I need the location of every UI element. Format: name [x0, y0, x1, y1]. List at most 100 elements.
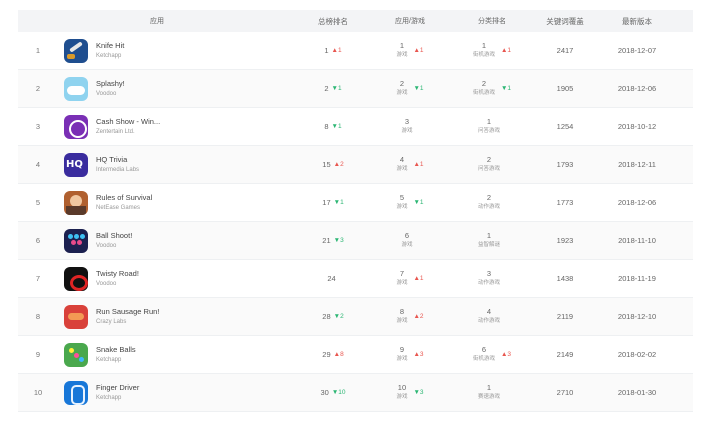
table-row[interactable]: 10 Finger Driver Ketchapp 30 ▼10 10 游戏 ▼… [18, 374, 693, 412]
header-category-rank[interactable]: 分类排名 [450, 16, 534, 26]
total-rank-cell: 30 ▼10 [296, 388, 370, 397]
app-name[interactable]: Knife Hit [96, 40, 124, 51]
hq-trivia-icon[interactable] [64, 152, 88, 177]
category-name[interactable]: 街机游戏 [473, 51, 495, 60]
category-rank-cell: 1 赛速游戏 [450, 383, 534, 402]
app-game-rank-label: 游戏 [396, 90, 408, 96]
header-app-game[interactable]: 应用/游戏 [370, 16, 450, 26]
total-rank-cell: 29 ▲8 [296, 350, 370, 359]
app-cell[interactable]: HQ Trivia Intermedia Labs [58, 152, 296, 177]
app-name[interactable]: HQ Trivia [96, 154, 139, 165]
total-rank-cell: 15 ▲2 [296, 160, 370, 169]
app-name[interactable]: Cash Show - Win... [96, 116, 160, 127]
app-cell[interactable]: Cash Show - Win... Zentertain Ltd. [58, 114, 296, 139]
category-rank-cell: 2 街机游戏 ▼1 [450, 79, 534, 98]
developer-name: Intermedia Labs [96, 167, 140, 173]
keyword-coverage: 2149 [556, 350, 574, 359]
latest-version-date: 2018-11-10 [618, 236, 656, 245]
rank-number: 6 [35, 236, 41, 245]
app-cell[interactable]: Snake Balls Ketchapp [58, 342, 296, 367]
ball-shoot-icon[interactable] [64, 228, 88, 253]
splashy-icon[interactable] [64, 76, 88, 101]
category-rank-cell: 2 问答游戏 [450, 155, 534, 174]
total-rank-trend: ▼1 [331, 85, 342, 92]
header-keywords[interactable]: 关键词覆盖 [534, 16, 596, 27]
developer-name: Ketchapp [96, 357, 122, 363]
app-cell[interactable]: Run Sausage Run! Crazy Labs [58, 304, 296, 329]
header-app[interactable]: 应用 [18, 16, 296, 26]
app-cell[interactable]: Splashy! Voodoo [58, 76, 296, 101]
rank-number: 4 [35, 160, 41, 169]
header-latest-version[interactable]: 最新版本 [596, 16, 678, 27]
total-rank-trend: ▲1 [331, 47, 342, 54]
app-name[interactable]: Splashy! [96, 78, 125, 89]
category-name[interactable]: 动作游戏 [478, 317, 500, 326]
table-row[interactable]: 6 Ball Shoot! Voodoo 21 ▼3 6 游戏 1 益智解谜 1… [18, 222, 693, 260]
keyword-coverage: 1793 [556, 160, 574, 169]
category-name[interactable]: 动作游戏 [478, 279, 500, 288]
app-game-rank-cell: 9 游戏 ▲3 [370, 345, 450, 364]
table-row[interactable]: 5 Rules of Survival NetEase Games 17 ▼1 … [18, 184, 693, 222]
table-body: 1 Knife Hit Ketchapp 1 ▲1 1 游戏 ▲1 1 街机游戏… [18, 32, 693, 412]
total-rank-trend: ▼10 [331, 389, 346, 396]
category-name[interactable]: 街机游戏 [473, 89, 495, 98]
rank-number: 2 [35, 84, 41, 93]
category-name[interactable]: 问答游戏 [478, 127, 500, 136]
keyword-coverage: 1438 [556, 274, 574, 283]
keyword-coverage: 1254 [556, 122, 574, 131]
app-cell[interactable]: Twisty Road! Voodoo [58, 266, 296, 291]
table-row[interactable]: 2 Splashy! Voodoo 2 ▼1 2 游戏 ▼1 2 街机游戏 ▼1 [18, 70, 693, 108]
category-name[interactable]: 问答游戏 [478, 165, 500, 174]
finger-driver-icon[interactable] [64, 380, 88, 405]
table-row[interactable]: 7 Twisty Road! Voodoo 24 7 游戏 ▲1 3 动作游戏 [18, 260, 693, 298]
total-rank-value: 29 [322, 350, 331, 359]
rules-of-survival-icon[interactable] [64, 190, 88, 215]
app-game-rank-label: 游戏 [401, 242, 413, 248]
app-game-rank-value: 2 [399, 79, 405, 88]
developer-name: Zentertain Ltd. [96, 129, 135, 135]
app-game-rank-label: 游戏 [396, 356, 408, 362]
total-rank-value: 21 [322, 236, 331, 245]
app-name[interactable]: Snake Balls [96, 344, 136, 355]
total-rank-value: 17 [322, 198, 331, 207]
app-name[interactable]: Finger Driver [96, 382, 139, 393]
table-row[interactable]: 1 Knife Hit Ketchapp 1 ▲1 1 游戏 ▲1 1 街机游戏… [18, 32, 693, 70]
developer-name: Ketchapp [96, 395, 122, 401]
twisty-road-icon[interactable] [64, 266, 88, 291]
header-total-rank[interactable]: 总榜排名 [296, 16, 370, 27]
app-cell[interactable]: Ball Shoot! Voodoo [58, 228, 296, 253]
app-name[interactable]: Rules of Survival [96, 192, 152, 203]
table-row[interactable]: 4 HQ Trivia Intermedia Labs 15 ▲2 4 游戏 ▲… [18, 146, 693, 184]
rank-number: 7 [35, 274, 41, 283]
table-row[interactable]: 9 Snake Balls Ketchapp 29 ▲8 9 游戏 ▲3 6 街… [18, 336, 693, 374]
table-row[interactable]: 8 Run Sausage Run! Crazy Labs 28 ▼2 8 游戏… [18, 298, 693, 336]
run-sausage-run-icon[interactable] [64, 304, 88, 329]
app-name[interactable]: Run Sausage Run! [96, 306, 159, 317]
category-name[interactable]: 街机游戏 [473, 355, 495, 364]
app-name[interactable]: Twisty Road! [96, 268, 139, 279]
category-rank-value: 6 [481, 345, 487, 354]
category-name[interactable]: 赛速游戏 [478, 393, 500, 402]
cash-show-icon[interactable] [64, 114, 88, 139]
app-cell[interactable]: Rules of Survival NetEase Games [58, 190, 296, 215]
app-cell[interactable]: Knife Hit Ketchapp [58, 38, 296, 63]
total-rank-trend: ▼1 [333, 199, 344, 206]
developer-name: Voodoo [96, 91, 117, 97]
category-name[interactable]: 益智解谜 [478, 241, 500, 250]
app-cell[interactable]: Finger Driver Ketchapp [58, 380, 296, 405]
latest-version-date: 2018-12-06 [617, 198, 657, 207]
total-rank-value: 1 [324, 46, 329, 55]
category-name[interactable]: 动作游戏 [478, 203, 500, 212]
app-game-rank-trend: ▼1 [413, 85, 424, 92]
category-rank-cell: 3 动作游戏 [450, 269, 534, 288]
app-game-rank-cell: 5 游戏 ▼1 [370, 193, 450, 212]
app-game-rank-cell: 6 游戏 [370, 231, 450, 250]
table-row[interactable]: 3 Cash Show - Win... Zentertain Ltd. 8 ▼… [18, 108, 693, 146]
latest-version-date: 2018-02-02 [617, 350, 657, 359]
rank-number: 8 [35, 312, 41, 321]
snake-balls-icon[interactable] [64, 342, 88, 367]
knife-icon[interactable] [64, 38, 88, 63]
app-name[interactable]: Ball Shoot! [96, 230, 132, 241]
rank-number: 5 [35, 198, 41, 207]
category-rank-value: 2 [481, 79, 487, 88]
